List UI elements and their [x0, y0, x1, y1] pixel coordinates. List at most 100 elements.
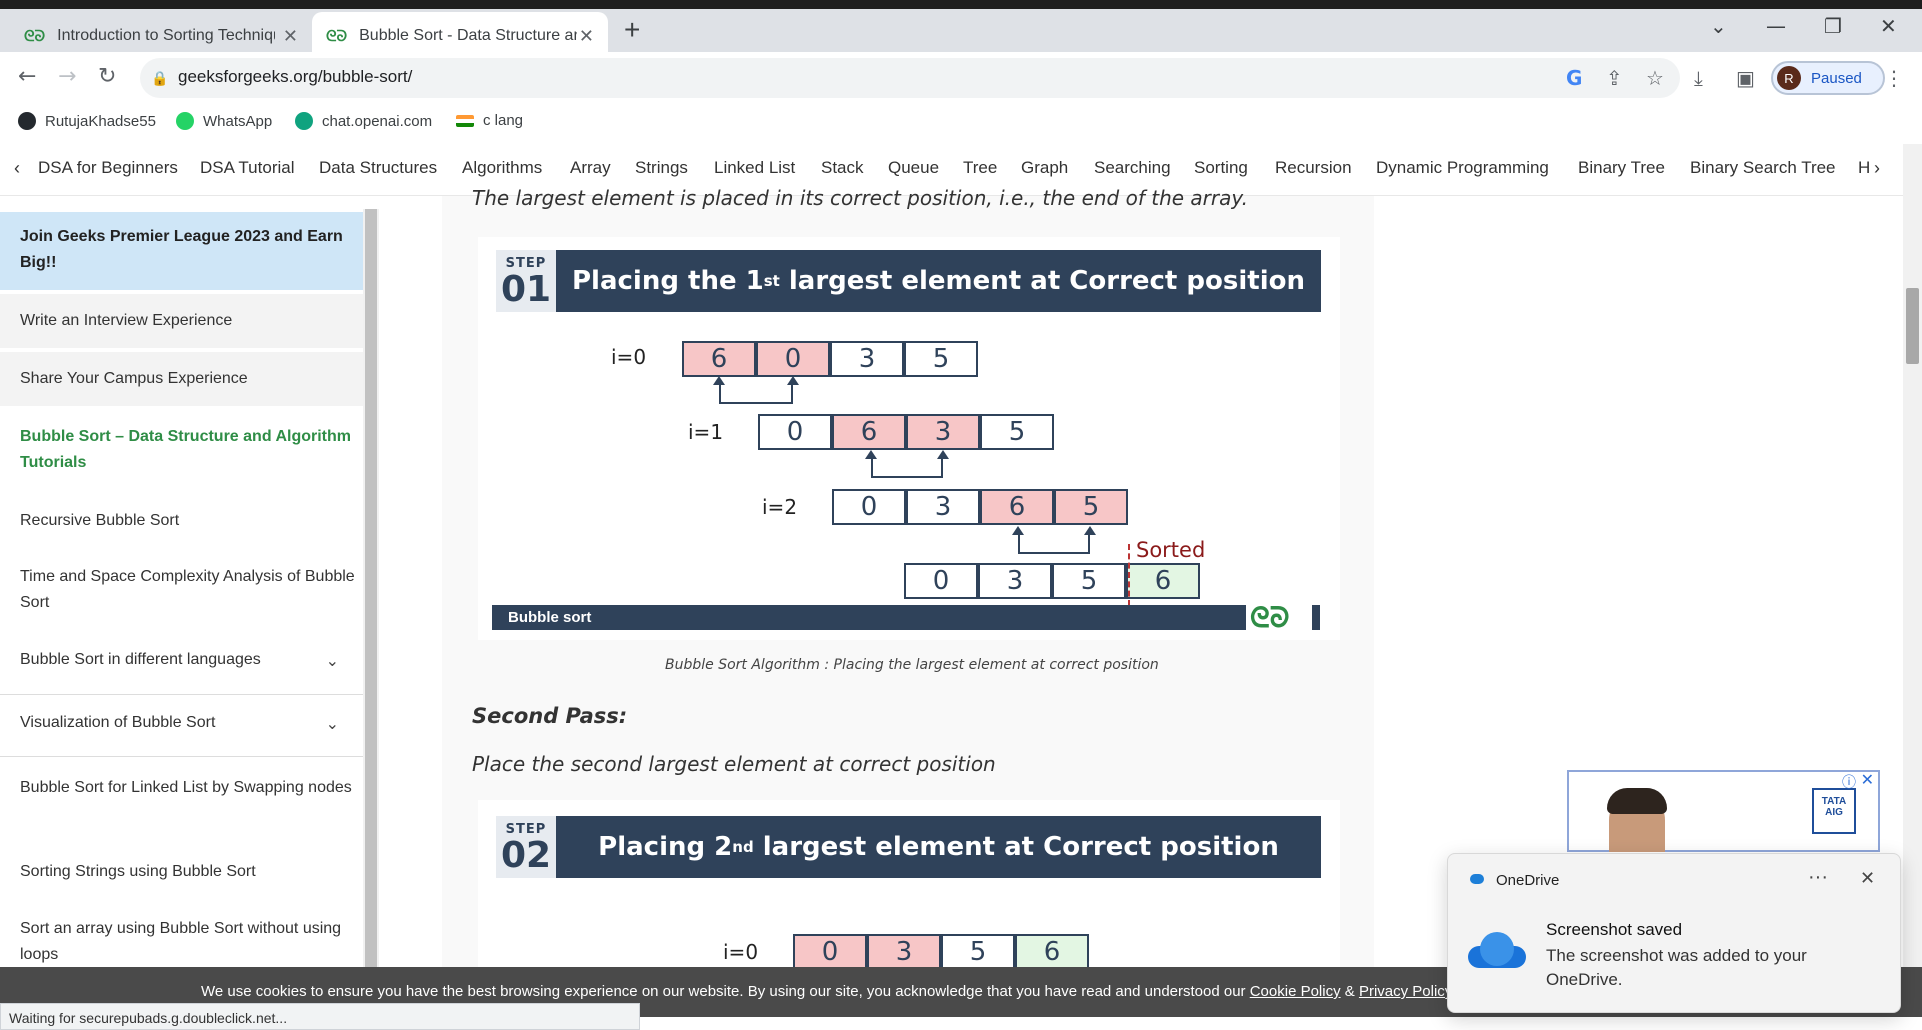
- page-scrollbar[interactable]: [1903, 144, 1922, 967]
- nav-item[interactable]: DSA for Beginners: [38, 158, 178, 178]
- close-icon[interactable]: ✕: [1860, 868, 1875, 889]
- nav-item[interactable]: Recursion: [1275, 158, 1352, 178]
- sidebar-item-recursive[interactable]: Recursive Bubble Sort: [0, 508, 363, 536]
- close-window-button[interactable]: ✕: [1880, 14, 1897, 38]
- minimize-button[interactable]: —: [1766, 14, 1786, 38]
- sidebar-scroll-thumb[interactable]: [365, 209, 377, 967]
- share-icon[interactable]: ⇪: [1606, 66, 1623, 90]
- array-cell: 3: [906, 489, 980, 525]
- google-lens-icon[interactable]: G: [1566, 66, 1582, 90]
- nav-item[interactable]: Searching: [1094, 158, 1171, 178]
- sidebar-item-languages[interactable]: Bubble Sort in different languages ⌄: [0, 647, 363, 677]
- array-cell: 0: [904, 563, 978, 599]
- array-cell: 0: [793, 934, 867, 970]
- sorted-label: Sorted: [1136, 538, 1206, 562]
- restore-button[interactable]: ❐: [1824, 14, 1842, 38]
- sidebar-item-strings[interactable]: Sorting Strings using Bubble Sort: [0, 859, 363, 887]
- nav-item[interactable]: Linked List: [714, 158, 795, 178]
- sidebar-item-complexity[interactable]: Time and Space Complexity Analysis of Bu…: [0, 564, 363, 620]
- side-panel-icon[interactable]: ▣: [1736, 66, 1755, 90]
- bookmarks-bar: [0, 104, 1922, 140]
- new-tab-button[interactable]: +: [624, 14, 640, 46]
- sidebar-item-linked-list[interactable]: Bubble Sort for Linked List by Swapping …: [0, 775, 363, 831]
- more-options-icon[interactable]: ···: [1808, 866, 1828, 889]
- nav-item[interactable]: Algorithms: [462, 158, 542, 178]
- download-icon[interactable]: ⤓: [1694, 66, 1703, 90]
- iteration-label: i=2: [762, 495, 798, 519]
- tab-title: Introduction to Sorting Techniques: [57, 27, 276, 44]
- bookmark-whatsapp[interactable]: WhatsApp: [176, 112, 272, 130]
- nav-item[interactable]: Stack: [821, 158, 864, 178]
- tab-strip: ᘓᘐ Introduction to Sorting Techniques ✕ …: [0, 0, 1922, 60]
- second-pass-heading: Second Pass:: [472, 704, 628, 728]
- bookmark-label: WhatsApp: [203, 112, 273, 130]
- array-cell: 3: [830, 341, 904, 377]
- sidebar-item-bubble-sort[interactable]: Bubble Sort – Data Structure and Algorit…: [0, 424, 363, 482]
- privacy-policy-link[interactable]: Privacy Policy: [1359, 983, 1452, 1000]
- array-cell: 3: [978, 563, 1052, 599]
- cookie-policy-link[interactable]: Cookie Policy: [1250, 983, 1341, 1000]
- forward-button[interactable]: →: [58, 64, 76, 89]
- array-cell: 0: [832, 489, 906, 525]
- sidebar-item-gpl[interactable]: Join Geeks Premier League 2023 and Earn …: [0, 212, 363, 290]
- nav-item[interactable]: Tree: [963, 158, 997, 178]
- sidebar-item-campus[interactable]: Share Your Campus Experience: [0, 352, 363, 406]
- bookmark-label: RutujaKhadse55: [45, 112, 156, 130]
- figure-footer-end: [1312, 605, 1320, 630]
- status-bar: Waiting for securepubads.g.doubleclick.n…: [0, 1003, 640, 1030]
- nav-item[interactable]: DSA Tutorial: [200, 158, 295, 178]
- reload-button[interactable]: ↻: [98, 64, 116, 89]
- bookmark-c-lang[interactable]: c lang: [456, 112, 523, 129]
- advertisement[interactable]: TATA AIG ⓘ ✕: [1567, 770, 1880, 852]
- sidebar-item-no-loops[interactable]: Sort an array using Bubble Sort without …: [0, 916, 363, 970]
- nav-prev-chevron-icon[interactable]: ‹: [14, 158, 20, 179]
- tab-close-icon[interactable]: ✕: [579, 26, 594, 47]
- array-cell: 3: [906, 414, 980, 450]
- iteration-label: i=0: [611, 345, 647, 369]
- onedrive-cloud-icon: [1468, 932, 1526, 968]
- nav-next-chevron-icon[interactable]: ›: [1874, 158, 1880, 179]
- ad-info-icon[interactable]: ⓘ: [1842, 772, 1856, 792]
- ad-brand-logo: TATA AIG: [1812, 788, 1856, 834]
- profile-button[interactable]: R Paused: [1771, 61, 1885, 95]
- bookmark-github[interactable]: RutujaKhadse55: [18, 112, 156, 130]
- array-cell: 5: [941, 934, 1015, 970]
- step-number: 01: [500, 269, 552, 310]
- bookmark-chatgpt[interactable]: chat.openai.com: [295, 112, 432, 130]
- tab-close-icon[interactable]: ✕: [283, 26, 298, 47]
- swap-arrow-icon: [713, 376, 799, 404]
- lock-icon[interactable]: 🔒: [151, 70, 168, 87]
- menu-dots-icon[interactable]: ⋮: [1884, 66, 1904, 90]
- array-cell: 3: [867, 934, 941, 970]
- github-icon: [18, 112, 36, 130]
- tab-title: Bubble Sort - Data Structure and Algorit…: [359, 27, 577, 44]
- nav-item[interactable]: Binary Tree: [1578, 158, 1665, 178]
- nav-item[interactable]: Dynamic Programming: [1376, 158, 1549, 178]
- nav-item[interactable]: Array: [570, 158, 611, 178]
- nav-item[interactable]: Data Structures: [319, 158, 437, 178]
- nav-item[interactable]: Queue: [888, 158, 939, 178]
- sidebar-item-visualization[interactable]: Visualization of Bubble Sort ⌄: [0, 710, 363, 740]
- onedrive-notification[interactable]: OneDrive ··· ✕ Screenshot saved The scre…: [1447, 853, 1901, 1013]
- intro-text: The largest element is placed in its cor…: [472, 186, 1249, 210]
- nav-item[interactable]: Binary Search Tree: [1690, 158, 1836, 178]
- nav-item[interactable]: Graph: [1021, 158, 1068, 178]
- back-button[interactable]: ←: [18, 64, 36, 89]
- bookmark-star-icon[interactable]: ☆: [1646, 66, 1664, 90]
- nav-item[interactable]: Sorting: [1194, 158, 1248, 178]
- sidebar-item-interview[interactable]: Write an Interview Experience: [0, 294, 363, 348]
- india-flag-icon: [456, 114, 474, 127]
- step-badge: STEP 02: [496, 816, 556, 878]
- gfg-logo-icon: ᘓᘐ: [1250, 601, 1290, 634]
- bookmark-label: c lang: [483, 112, 524, 129]
- page-scroll-thumb[interactable]: [1906, 288, 1919, 364]
- ad-close-icon[interactable]: ✕: [1861, 770, 1874, 790]
- nav-item[interactable]: Strings: [635, 158, 688, 178]
- url-text[interactable]: geeksforgeeks.org/bubble-sort/: [178, 67, 412, 87]
- chevron-down-icon[interactable]: ⌄: [326, 712, 339, 738]
- tab-search-chevron-icon[interactable]: ⌄: [1710, 14, 1727, 38]
- gfg-favicon-icon: ᘓᘐ: [326, 27, 348, 45]
- chevron-down-icon[interactable]: ⌄: [326, 649, 339, 675]
- array-cell: 0: [756, 341, 830, 377]
- swap-arrow-icon: [865, 450, 949, 478]
